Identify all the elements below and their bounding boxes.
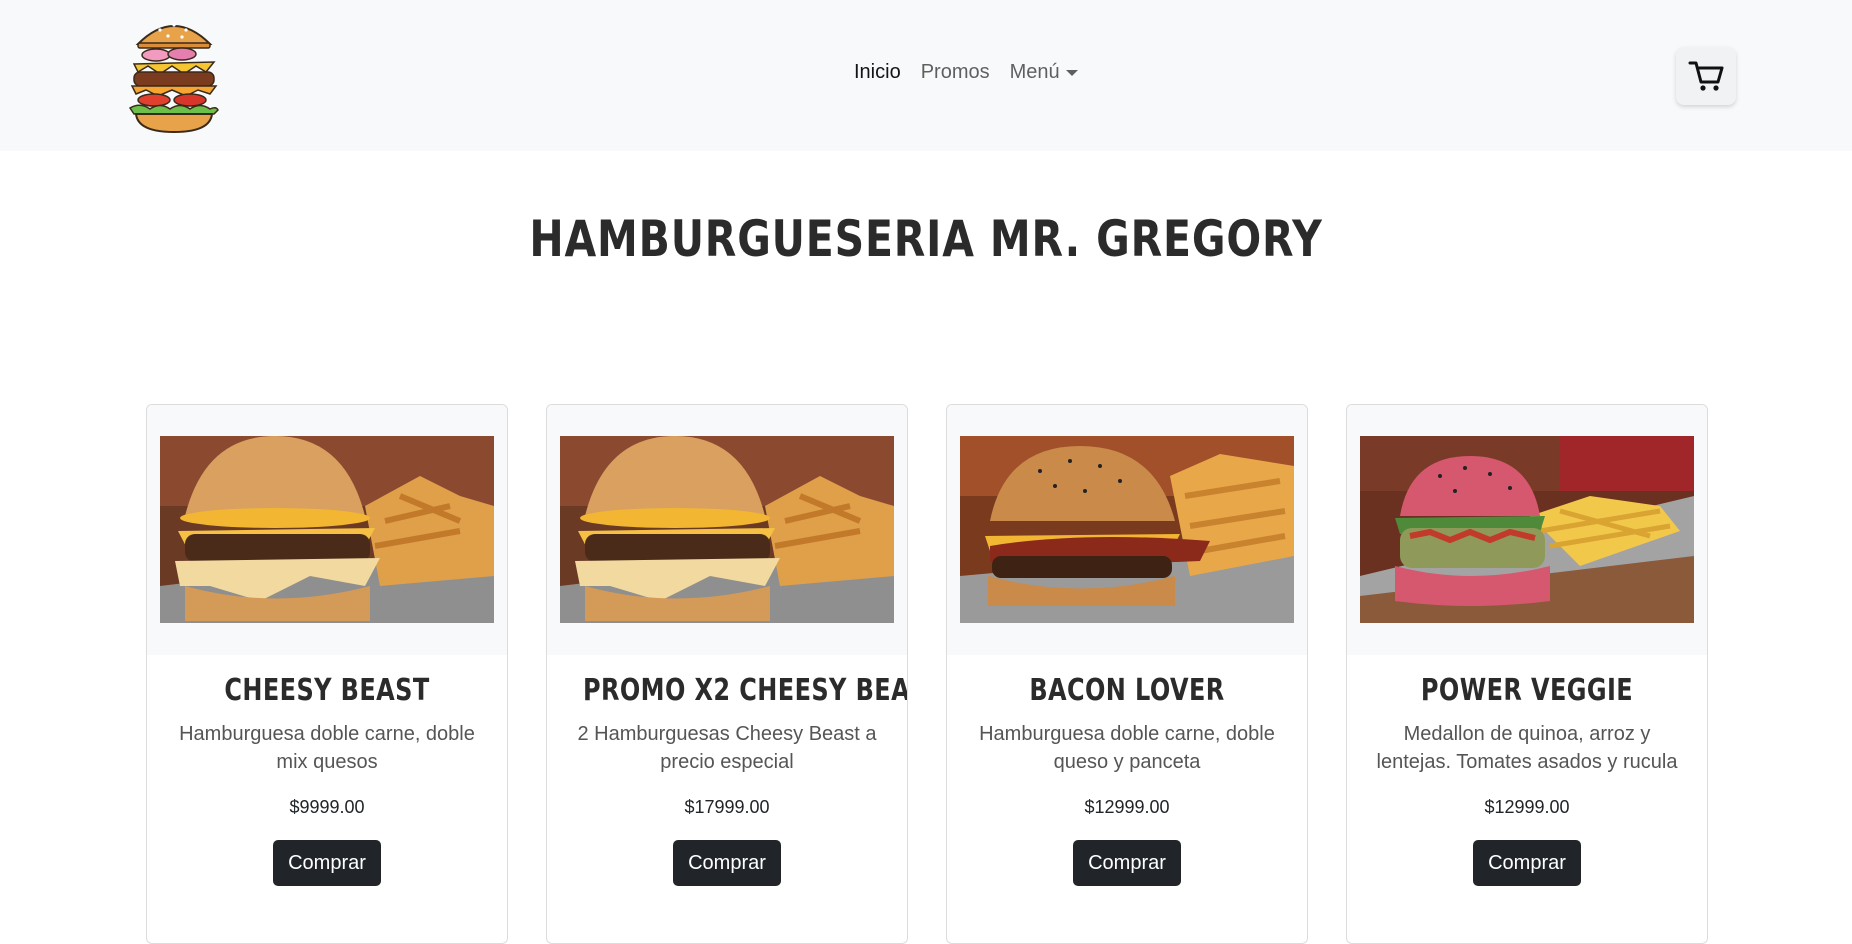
product-card: PROMO X2 CHEESY BEAST 2 Hamburguesas Che…	[546, 404, 908, 944]
product-image	[1360, 436, 1694, 623]
nav-links: Inicio Promos Menú	[854, 61, 1078, 84]
product-image	[960, 436, 1294, 623]
product-name: POWER VEGGIE	[1420, 673, 1634, 708]
card-body: POWER VEGGIE Medallon de quinoa, arroz y…	[1347, 673, 1707, 886]
product-description: Hamburguesa doble carne, doble queso y p…	[979, 723, 1275, 773]
product-image	[160, 436, 494, 623]
buy-button[interactable]: Comprar	[1073, 840, 1181, 886]
nav-link-inicio[interactable]: Inicio	[854, 61, 901, 84]
nav-dropdown-menu[interactable]: Menú	[1010, 61, 1078, 84]
nav-dropdown-label: Menú	[1009, 61, 1060, 83]
product-description: Medallon de quinoa, arroz y lentejas. To…	[1376, 723, 1678, 773]
card-body: PROMO X2 CHEESY BEAST 2 Hamburguesas Che…	[547, 673, 907, 886]
card-body: CHEESY BEAST Hamburguesa doble carne, do…	[147, 673, 507, 886]
page-title: HAMBURGUESERIA MR. GREGORY	[529, 210, 1323, 268]
product-image-area	[947, 405, 1307, 655]
buy-button[interactable]: Comprar	[1473, 840, 1581, 886]
product-price: $12999.00	[1484, 797, 1570, 817]
product-name: BACON LOVER	[1029, 673, 1225, 708]
product-image-area	[547, 405, 907, 655]
product-price: $17999.00	[684, 797, 770, 817]
product-description: 2 Hamburguesas Cheesy Beast a precio esp…	[577, 723, 877, 773]
buy-button[interactable]: Comprar	[273, 840, 381, 886]
product-image	[560, 436, 894, 623]
product-card: BACON LOVER Hamburguesa doble carne, dob…	[946, 404, 1308, 944]
product-image-area	[1347, 405, 1707, 655]
product-image-area	[147, 405, 507, 655]
product-card: CHEESY BEAST Hamburguesa doble carne, do…	[146, 404, 508, 944]
caret-down-icon	[1065, 69, 1078, 76]
product-name: PROMO X2 CHEESY BEAST	[583, 673, 907, 708]
shopping-cart-icon	[1688, 61, 1724, 91]
card-body: BACON LOVER Hamburguesa doble carne, dob…	[947, 673, 1307, 886]
product-price: $12999.00	[1084, 797, 1170, 817]
buy-button[interactable]: Comprar	[673, 840, 781, 886]
cart-button[interactable]	[1676, 47, 1736, 105]
navbar: Inicio Promos Menú	[0, 0, 1852, 151]
product-description: Hamburguesa doble carne, doble mix queso…	[179, 723, 475, 773]
nav-link-promos[interactable]: Promos	[921, 61, 990, 84]
product-price: $9999.00	[289, 797, 365, 817]
product-name: CHEESY BEAST	[224, 673, 430, 708]
burger-logo-icon[interactable]	[126, 14, 222, 136]
product-card: POWER VEGGIE Medallon de quinoa, arroz y…	[1346, 404, 1708, 944]
